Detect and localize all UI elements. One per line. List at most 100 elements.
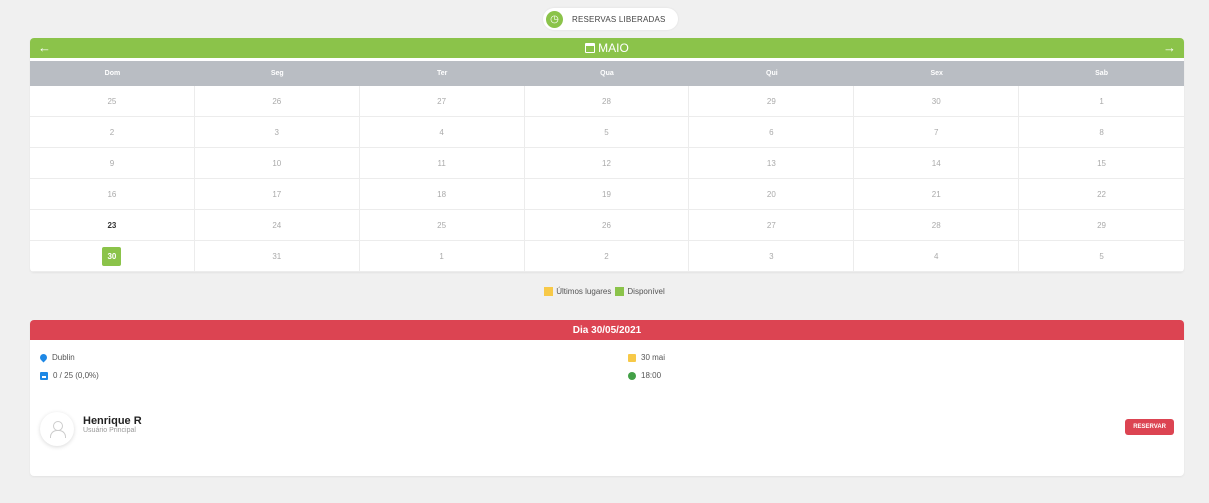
day-number: 13 bbox=[766, 158, 776, 168]
calendar-legend: Últimos lugares Disponível bbox=[0, 287, 1209, 296]
calendar-day[interactable]: 9 bbox=[30, 148, 195, 179]
day-number: 1 bbox=[439, 251, 444, 261]
calendar-day[interactable]: 28 bbox=[854, 210, 1020, 241]
arrow-right-icon[interactable]: → bbox=[1163, 38, 1176, 58]
calendar-day[interactable]: 30 bbox=[30, 241, 195, 272]
calendar-day[interactable]: 7 bbox=[854, 117, 1020, 148]
badge-text: RESERVAS LIBERADAS bbox=[572, 14, 666, 24]
calendar-day[interactable]: 25 bbox=[30, 86, 195, 117]
day-number: 12 bbox=[602, 158, 611, 168]
weekday-dom: Dom bbox=[104, 70, 121, 77]
calendar-day[interactable]: 8 bbox=[1019, 117, 1184, 148]
weekday-qua: Qua bbox=[600, 70, 614, 77]
calendar-day[interactable]: 19 bbox=[524, 179, 690, 210]
calendar-day[interactable]: 30 bbox=[854, 86, 1020, 117]
day-number: 22 bbox=[1097, 189, 1107, 199]
weekday-qui: Qui bbox=[766, 70, 778, 77]
day-number: 24 bbox=[272, 220, 282, 230]
day-number: 2 bbox=[604, 251, 609, 261]
day-number: 11 bbox=[437, 158, 446, 168]
calendar-day[interactable]: 26 bbox=[524, 210, 690, 241]
day-number: 2 bbox=[109, 127, 115, 137]
calendar-day[interactable]: 14 bbox=[854, 148, 1020, 179]
calendar-day[interactable]: 29 bbox=[1019, 210, 1184, 241]
day-number: 6 bbox=[769, 127, 774, 137]
date-text: 30 mai bbox=[641, 353, 666, 362]
calendar-day[interactable]: 20 bbox=[689, 179, 855, 210]
calendar-day[interactable]: 5 bbox=[1019, 241, 1184, 272]
calendar-day[interactable]: 6 bbox=[689, 117, 855, 148]
day-number: 26 bbox=[602, 220, 611, 230]
user-card: Henrique R Usuário Principal bbox=[40, 412, 142, 446]
day-number: 15 bbox=[1097, 158, 1107, 168]
calendar-icon bbox=[585, 43, 596, 53]
calendar-small-icon bbox=[628, 353, 636, 362]
reserve-button[interactable]: RESERVAR bbox=[1125, 419, 1174, 435]
weekday-sab: Sab bbox=[1095, 70, 1108, 77]
calendar-day[interactable]: 2 bbox=[30, 117, 195, 148]
weekday-header: Dom Seg Ter Qua Qui Sex Sab bbox=[30, 61, 1184, 86]
day-number: 16 bbox=[107, 189, 117, 199]
calendar-day[interactable]: 11 bbox=[359, 148, 525, 179]
calendar-day[interactable]: 15 bbox=[1019, 148, 1184, 179]
user-details: Henrique R Usuário Principal bbox=[83, 415, 142, 434]
day-number: 25 bbox=[437, 220, 447, 230]
calendar-day[interactable]: 21 bbox=[854, 179, 1020, 210]
clock-icon: ◷ bbox=[546, 10, 563, 28]
day-number: 5 bbox=[604, 127, 609, 137]
calendar-day[interactable]: 1 bbox=[359, 241, 525, 272]
weekday-seg: Seg bbox=[270, 70, 284, 77]
calendar-day[interactable]: 27 bbox=[689, 210, 855, 241]
calendar-day[interactable]: 10 bbox=[194, 148, 360, 179]
user-name: Henrique R bbox=[83, 414, 142, 427]
map-pin-icon bbox=[38, 352, 49, 363]
day-number: 3 bbox=[769, 251, 774, 261]
day-number: 9 bbox=[109, 158, 115, 168]
calendar-day[interactable]: 26 bbox=[194, 86, 360, 117]
avatar bbox=[40, 412, 74, 446]
clock-small-icon bbox=[628, 371, 636, 380]
calendar-day[interactable]: 23 bbox=[30, 210, 195, 241]
calendar-day[interactable]: 31 bbox=[194, 241, 360, 272]
arrow-left-icon[interactable]: ← bbox=[38, 38, 51, 58]
day-number: 26 bbox=[272, 96, 282, 106]
calendar-day[interactable]: 4 bbox=[359, 117, 525, 148]
time-text: 18:00 bbox=[641, 371, 662, 380]
calendar-day[interactable]: 2 bbox=[524, 241, 690, 272]
calendar-day[interactable]: 3 bbox=[689, 241, 855, 272]
legend-available: Disponível bbox=[627, 287, 665, 296]
chair-icon bbox=[40, 371, 48, 380]
calendar-day[interactable]: 3 bbox=[194, 117, 360, 148]
day-number: 27 bbox=[437, 96, 447, 106]
calendar-day[interactable]: 24 bbox=[194, 210, 360, 241]
calendar-day[interactable]: 5 bbox=[524, 117, 690, 148]
calendar-day[interactable]: 13 bbox=[689, 148, 855, 179]
time-info: 18:00 bbox=[628, 371, 661, 380]
calendar-day[interactable]: 27 bbox=[359, 86, 525, 117]
day-number: 29 bbox=[766, 96, 776, 106]
day-number: 1 bbox=[1099, 96, 1104, 106]
user-role: Usuário Principal bbox=[83, 426, 136, 434]
day-number: 17 bbox=[272, 189, 282, 199]
available-swatch bbox=[615, 287, 625, 296]
calendar-day[interactable]: 16 bbox=[30, 179, 195, 210]
day-number: 14 bbox=[931, 158, 941, 168]
calendar-day[interactable]: 12 bbox=[524, 148, 690, 179]
month-label: MAIO bbox=[598, 41, 629, 55]
day-number: 23 bbox=[107, 220, 117, 230]
date-info: 30 mai bbox=[628, 353, 665, 362]
calendar-day[interactable]: 29 bbox=[689, 86, 855, 117]
day-number: 30 bbox=[102, 246, 122, 266]
day-number: 21 bbox=[931, 189, 941, 199]
day-number: 18 bbox=[437, 189, 447, 199]
calendar-day[interactable]: 25 bbox=[359, 210, 525, 241]
calendar-day[interactable]: 28 bbox=[524, 86, 690, 117]
day-number: 19 bbox=[602, 189, 611, 199]
calendar-day[interactable]: 18 bbox=[359, 179, 525, 210]
calendar-day[interactable]: 1 bbox=[1019, 86, 1184, 117]
calendar-day[interactable]: 22 bbox=[1019, 179, 1184, 210]
reservations-status-badge: ◷ RESERVAS LIBERADAS bbox=[543, 8, 678, 30]
day-number: 7 bbox=[933, 127, 939, 137]
calendar-day[interactable]: 4 bbox=[854, 241, 1020, 272]
calendar-day[interactable]: 17 bbox=[194, 179, 360, 210]
